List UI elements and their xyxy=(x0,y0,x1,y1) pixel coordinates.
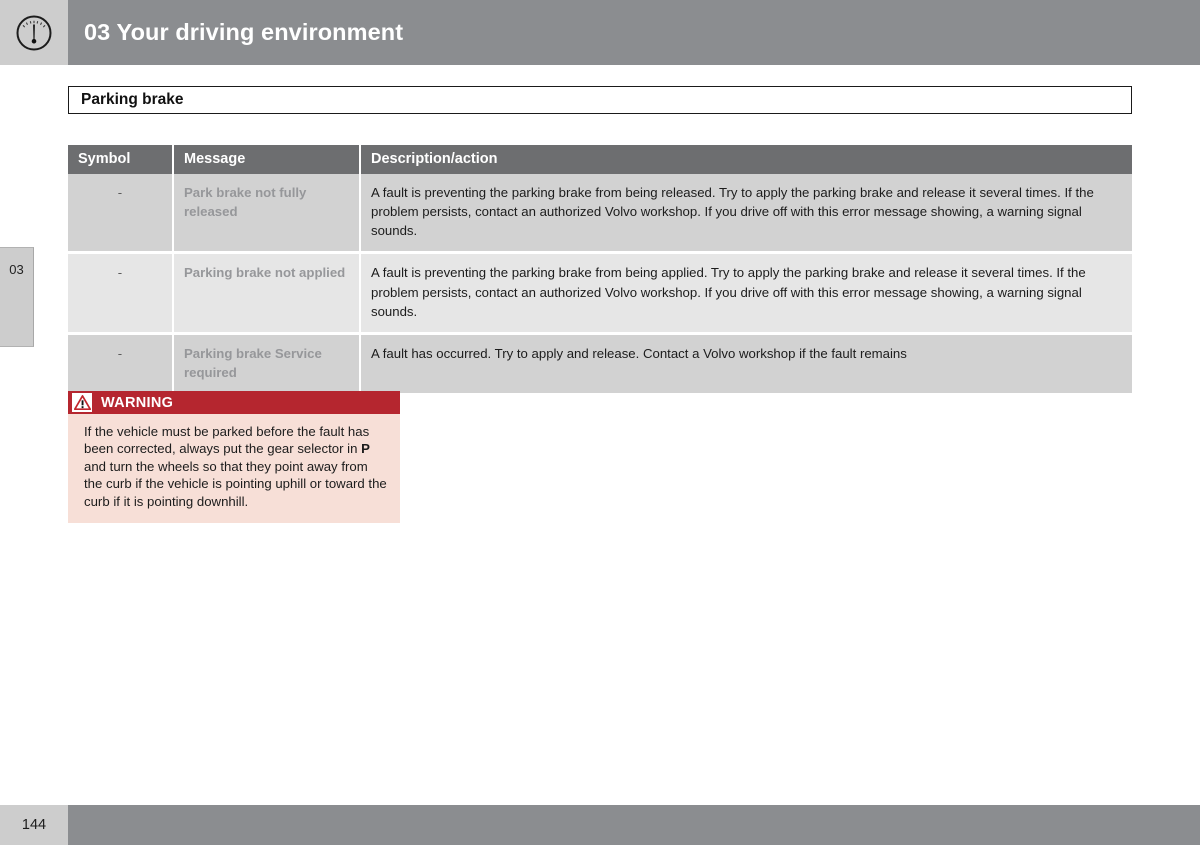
speedometer-gauge-icon xyxy=(16,15,52,50)
table-row: - Park brake not fully released A fault … xyxy=(68,174,1132,255)
table-row: - Parking brake not applied A fault is p… xyxy=(68,252,1132,335)
table-header-row: Symbol Message Description/action xyxy=(68,145,1132,174)
parking-brake-message-table: Symbol Message Description/action - Park… xyxy=(68,145,1132,394)
cell-description: A fault is preventing the parking brake … xyxy=(360,252,1132,335)
warning-body: If the vehicle must be parked before the… xyxy=(68,414,400,524)
column-header-description: Description/action xyxy=(360,145,1132,174)
warning-emphasis: P xyxy=(361,441,370,457)
cell-symbol: - xyxy=(68,174,174,255)
column-header-message: Message xyxy=(173,145,361,174)
page-number-block: 144 xyxy=(0,805,68,845)
table-row: - Parking brake Service required A fault… xyxy=(68,333,1132,394)
column-header-symbol: Symbol xyxy=(68,145,174,174)
section-heading-label: Parking brake xyxy=(81,91,184,108)
warning-text-before: If the vehicle must be parked before the… xyxy=(84,424,370,457)
header-icon-block xyxy=(0,0,68,65)
cell-message: Parking brake Service required xyxy=(173,333,361,394)
chapter-tab-03[interactable]: 03 xyxy=(0,247,34,347)
cell-description: A fault is preventing the parking brake … xyxy=(360,174,1132,255)
page-number: 144 xyxy=(21,817,47,833)
warning-text-after: and turn the wheels so that they point a… xyxy=(84,458,387,509)
cell-description: A fault has occurred. Try to apply and r… xyxy=(360,333,1132,394)
chapter-tab-label: 03 xyxy=(9,262,24,277)
section-heading-box: Parking brake xyxy=(68,86,1132,114)
cell-message: Parking brake not applied xyxy=(173,252,361,335)
warning-box: WARNING If the vehicle must be parked be… xyxy=(68,391,400,524)
warning-triangle-icon xyxy=(72,393,92,412)
warning-title: WARNING xyxy=(101,394,174,411)
page-footer-bar xyxy=(0,805,1200,845)
cell-symbol: - xyxy=(68,252,174,335)
warning-header: WARNING xyxy=(68,391,400,414)
page-title: 03 Your driving environment xyxy=(84,19,404,45)
cell-symbol: - xyxy=(68,333,174,394)
cell-message: Park brake not fully released xyxy=(173,174,361,255)
